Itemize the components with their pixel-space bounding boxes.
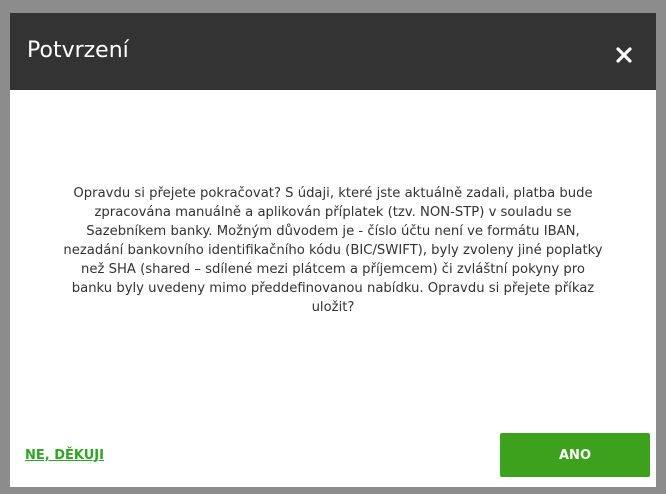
confirmation-dialog: Potvrzení Opravdu si přejete pokračovat?… [10, 13, 656, 487]
close-button[interactable] [608, 35, 640, 67]
decline-link[interactable]: NE, DĚKUJI [25, 448, 104, 464]
dialog-header: Potvrzení [10, 13, 656, 90]
dialog-body: Opravdu si přejete pokračovat? S údaji, … [50, 184, 616, 317]
dialog-title: Potvrzení [27, 38, 129, 63]
close-icon [616, 46, 632, 63]
confirm-button[interactable]: ANO [500, 433, 650, 477]
dialog-message: Opravdu si přejete pokračovat? S údaji, … [63, 186, 603, 315]
